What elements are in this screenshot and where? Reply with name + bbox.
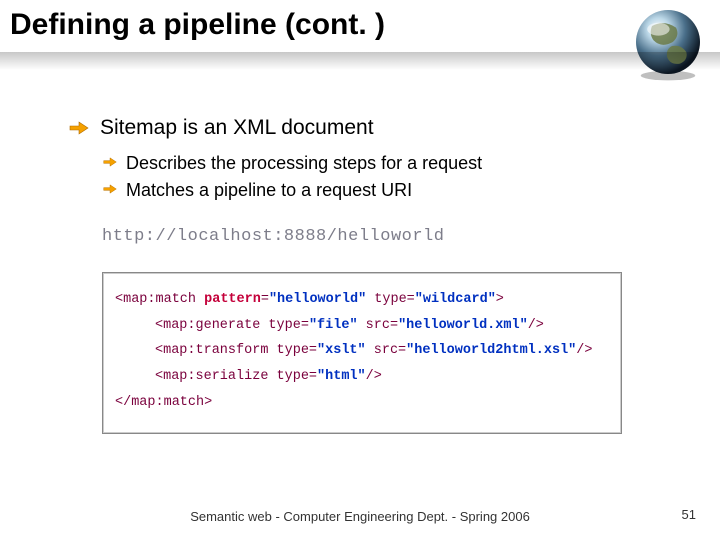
bullet-level2: Describes the processing steps for a req… bbox=[102, 153, 638, 174]
code-line: <map:transform type="xslt" src="hellowor… bbox=[115, 338, 609, 364]
pointer-icon bbox=[68, 118, 90, 143]
code-line: <map:serialize type="html"/> bbox=[115, 364, 609, 390]
example-url: http://localhost:8888/helloworld bbox=[102, 227, 638, 246]
globe-icon bbox=[628, 2, 708, 82]
bullet-level2: Matches a pipeline to a request URI bbox=[102, 180, 638, 201]
bullet-text: Describes the processing steps for a req… bbox=[126, 153, 482, 174]
code-line: <map:generate type="file" src="helloworl… bbox=[115, 313, 609, 339]
header-divider bbox=[0, 52, 720, 70]
bullet-text: Sitemap is an XML document bbox=[100, 116, 374, 140]
bullet-level1: Sitemap is an XML document bbox=[68, 116, 638, 143]
code-block: <map:match pattern="helloworld" type="wi… bbox=[102, 272, 622, 434]
code-line: </map:match> bbox=[115, 390, 609, 416]
slide-title: Defining a pipeline (cont. ) bbox=[10, 8, 385, 42]
content-area: Sitemap is an XML document Describes the… bbox=[68, 116, 638, 434]
page-number: 51 bbox=[682, 507, 696, 522]
pointer-icon bbox=[102, 182, 118, 201]
bullet-text: Matches a pipeline to a request URI bbox=[126, 180, 412, 201]
slide: Defining a pipeline (cont. ) bbox=[0, 0, 720, 540]
code-line: <map:match pattern="helloworld" type="wi… bbox=[115, 287, 609, 313]
footer-text: Semantic web - Computer Engineering Dept… bbox=[0, 509, 720, 524]
pointer-icon bbox=[102, 155, 118, 174]
